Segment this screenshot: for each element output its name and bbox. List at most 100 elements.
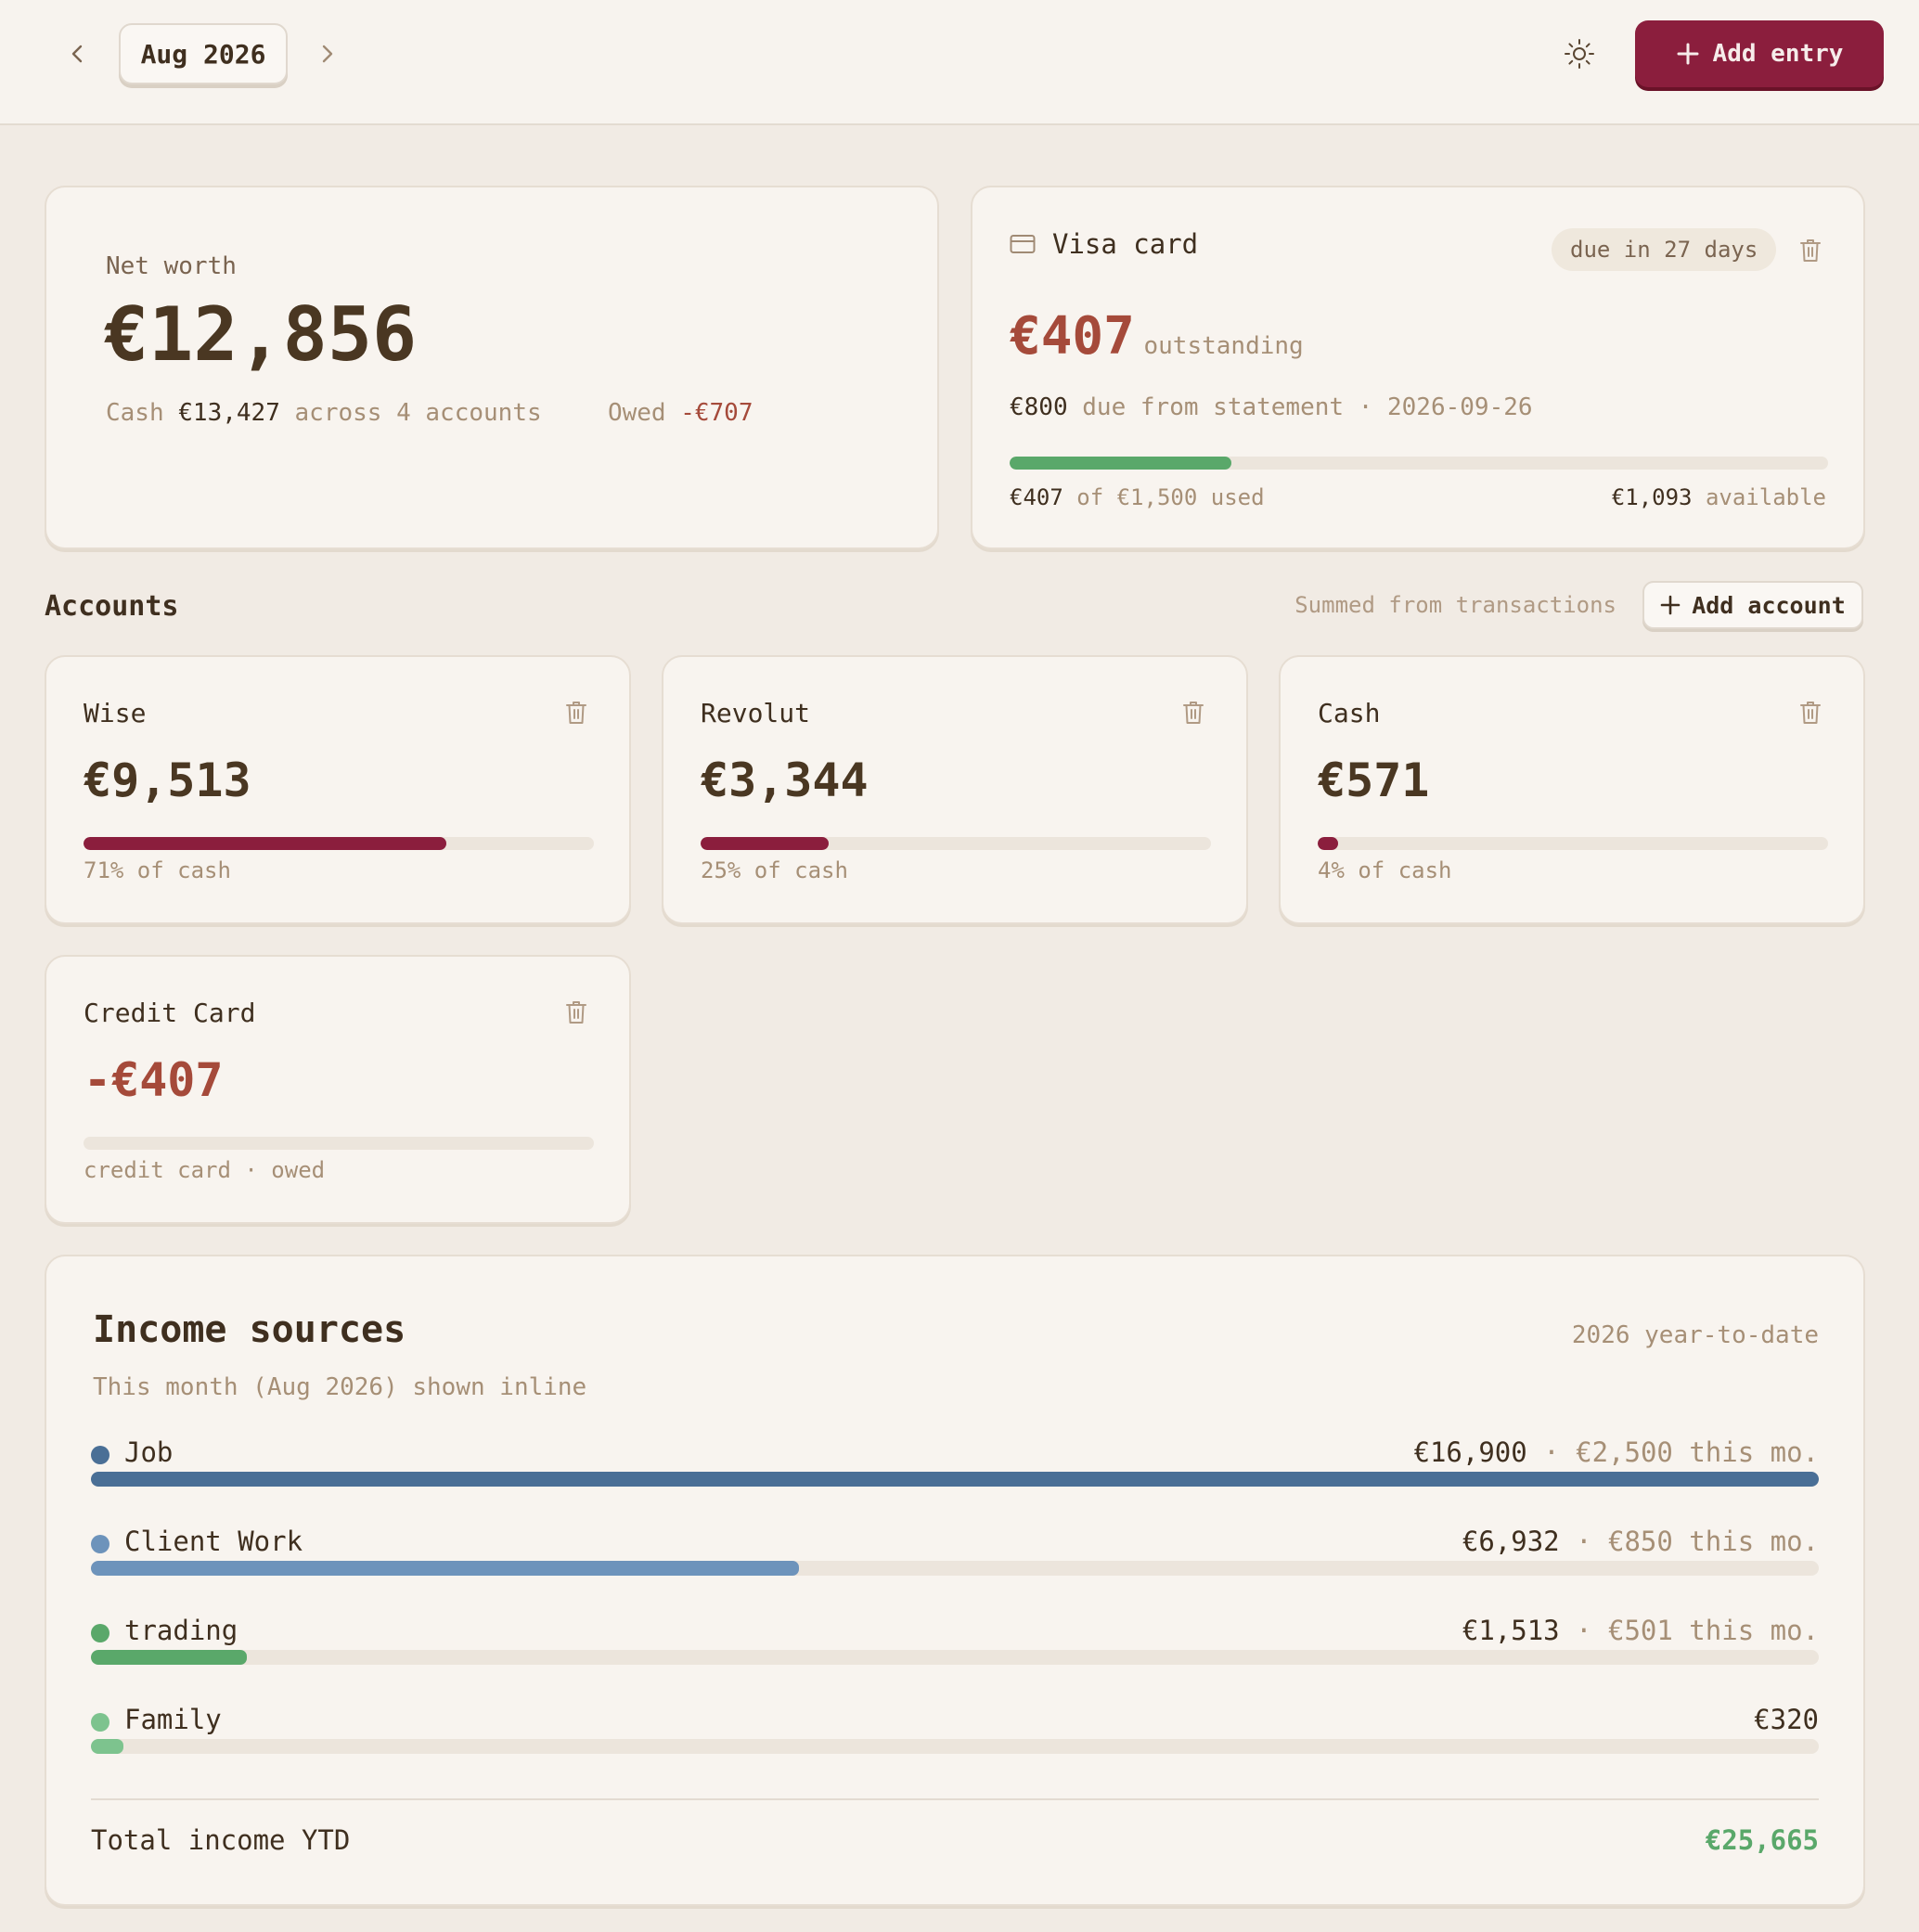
account-name: Revolut	[701, 698, 811, 728]
income-source-name: trading	[124, 1615, 238, 1646]
income-source-amount: €1,513 · €501 this mo.	[1462, 1615, 1819, 1646]
trash-icon	[566, 702, 586, 724]
delete-account-button[interactable]	[1797, 698, 1824, 728]
used-text: of €1,500 used	[1076, 484, 1265, 510]
income-source-name: Family	[124, 1704, 222, 1735]
account-share-label: credit card · owed	[84, 1157, 326, 1183]
account-share-fill	[1318, 837, 1338, 850]
outstanding-label: outstanding	[1143, 332, 1304, 360]
series-dot	[91, 1713, 109, 1732]
month-picker-button[interactable]: Aug 2026	[119, 23, 288, 84]
income-bar	[91, 1739, 124, 1754]
net-worth-value: €12,856	[104, 291, 418, 378]
net-worth-card: Net worth €12,856 Cash €13,427 across 4 …	[45, 186, 939, 549]
income-bar	[91, 1650, 247, 1665]
account-name: Credit Card	[84, 998, 256, 1028]
delete-account-button[interactable]	[562, 998, 590, 1027]
chevron-right-icon	[322, 45, 333, 63]
used-value: €407	[1010, 484, 1063, 510]
owed-label: Owed	[607, 399, 666, 427]
account-share-fill	[84, 837, 446, 850]
top-bar: Aug 2026 Add entry	[0, 0, 1919, 125]
series-dot	[91, 1446, 109, 1464]
income-source-name: Client Work	[124, 1526, 303, 1557]
add-account-label: Add account	[1692, 591, 1846, 619]
owed-value: -€707	[680, 399, 753, 427]
visa-available-line: €1,093 available	[1612, 484, 1826, 510]
next-month-button[interactable]	[310, 37, 343, 71]
add-account-button[interactable]: Add account	[1642, 581, 1863, 629]
delete-account-button[interactable]	[562, 698, 590, 728]
trash-icon	[1183, 702, 1204, 724]
account-card-cash[interactable]: Cash €571 4% of cash	[1279, 655, 1865, 924]
income-source-amount: €16,900 · €2,500 this mo.	[1413, 1436, 1820, 1468]
visa-due-line: €800 due from statement · 2026-09-26	[1010, 393, 1533, 421]
income-source-amount: €320	[1754, 1704, 1819, 1735]
account-share-fill	[701, 837, 829, 850]
income-divider	[91, 1798, 1819, 1800]
income-title: Income sources	[93, 1308, 406, 1351]
income-bar-track	[91, 1739, 1819, 1754]
total-income-value: €25,665	[1705, 1824, 1819, 1856]
trash-icon	[566, 1001, 586, 1024]
theme-toggle-button[interactable]	[1561, 35, 1598, 72]
net-worth-label: Net worth	[106, 252, 237, 280]
income-source-name: Job	[124, 1436, 174, 1468]
account-share-label: 71% of cash	[84, 857, 231, 883]
account-card-credit-card[interactable]: Credit Card -€407 credit card · owed	[45, 955, 631, 1224]
delete-account-button[interactable]	[1179, 698, 1207, 728]
cash-label: Cash	[106, 399, 164, 427]
income-subtitle: This month (Aug 2026) shown inline	[93, 1373, 587, 1401]
account-share-label: 25% of cash	[701, 857, 848, 883]
accounts-title: Accounts	[45, 590, 179, 623]
series-dot	[91, 1624, 109, 1642]
income-source-amount: €6,932 · €850 this mo.	[1462, 1526, 1819, 1557]
income-bar-track	[91, 1561, 1819, 1576]
delete-visa-button[interactable]	[1797, 236, 1824, 265]
income-bar-track	[91, 1650, 1819, 1665]
visa-title: Visa card	[1052, 228, 1199, 260]
visa-usage-fill	[1010, 457, 1232, 470]
account-balance: €571	[1318, 753, 1430, 807]
income-bar	[91, 1472, 1819, 1487]
income-period: 2026 year-to-date	[1571, 1321, 1819, 1349]
trash-icon	[1800, 702, 1821, 724]
add-entry-label: Add entry	[1712, 40, 1844, 68]
outstanding-value: €407	[1010, 306, 1135, 367]
account-share-track	[84, 837, 594, 850]
due-amount: €800	[1010, 393, 1068, 421]
add-entry-button[interactable]: Add entry	[1635, 20, 1884, 87]
account-card-wise[interactable]: Wise €9,513 71% of cash	[45, 655, 631, 924]
plus-icon	[1660, 595, 1681, 615]
account-share-track	[701, 837, 1211, 850]
sun-icon	[1565, 39, 1594, 69]
account-share-track	[1318, 837, 1828, 850]
account-share-label: 4% of cash	[1318, 857, 1452, 883]
total-income-label: Total income YTD	[91, 1824, 351, 1856]
visa-outstanding: €407 outstanding	[1010, 306, 1304, 367]
trash-icon	[1800, 239, 1821, 262]
visa-used-line: €407 of €1,500 used	[1010, 484, 1265, 510]
income-bar-track	[91, 1472, 1819, 1487]
account-balance: €9,513	[84, 753, 251, 807]
account-balance: €3,344	[701, 753, 869, 807]
account-share-track	[84, 1137, 594, 1150]
due-text: due from statement · 2026-09-26	[1082, 393, 1533, 421]
due-badge: due in 27 days	[1552, 228, 1777, 271]
prev-month-button[interactable]	[61, 37, 95, 71]
account-name: Cash	[1318, 698, 1381, 728]
plus-icon	[1677, 43, 1699, 65]
accounts-note: Summed from transactions	[1294, 592, 1616, 618]
series-dot	[91, 1535, 109, 1553]
net-worth-breakdown: Cash €13,427 across 4 accounts Owed -€70…	[106, 399, 753, 427]
account-balance: -€407	[84, 1053, 224, 1107]
available-value: €1,093	[1611, 484, 1693, 510]
cash-value: €13,427	[178, 399, 280, 427]
visa-card-panel: Visa card due in 27 days €407 outstandin…	[971, 186, 1865, 549]
credit-card-icon	[1010, 235, 1036, 253]
available-text: available	[1705, 484, 1826, 510]
cash-suffix: across 4 accounts	[294, 399, 542, 427]
visa-usage-track	[1010, 457, 1828, 470]
account-card-revolut[interactable]: Revolut €3,344 25% of cash	[662, 655, 1248, 924]
chevron-left-icon	[71, 45, 83, 63]
